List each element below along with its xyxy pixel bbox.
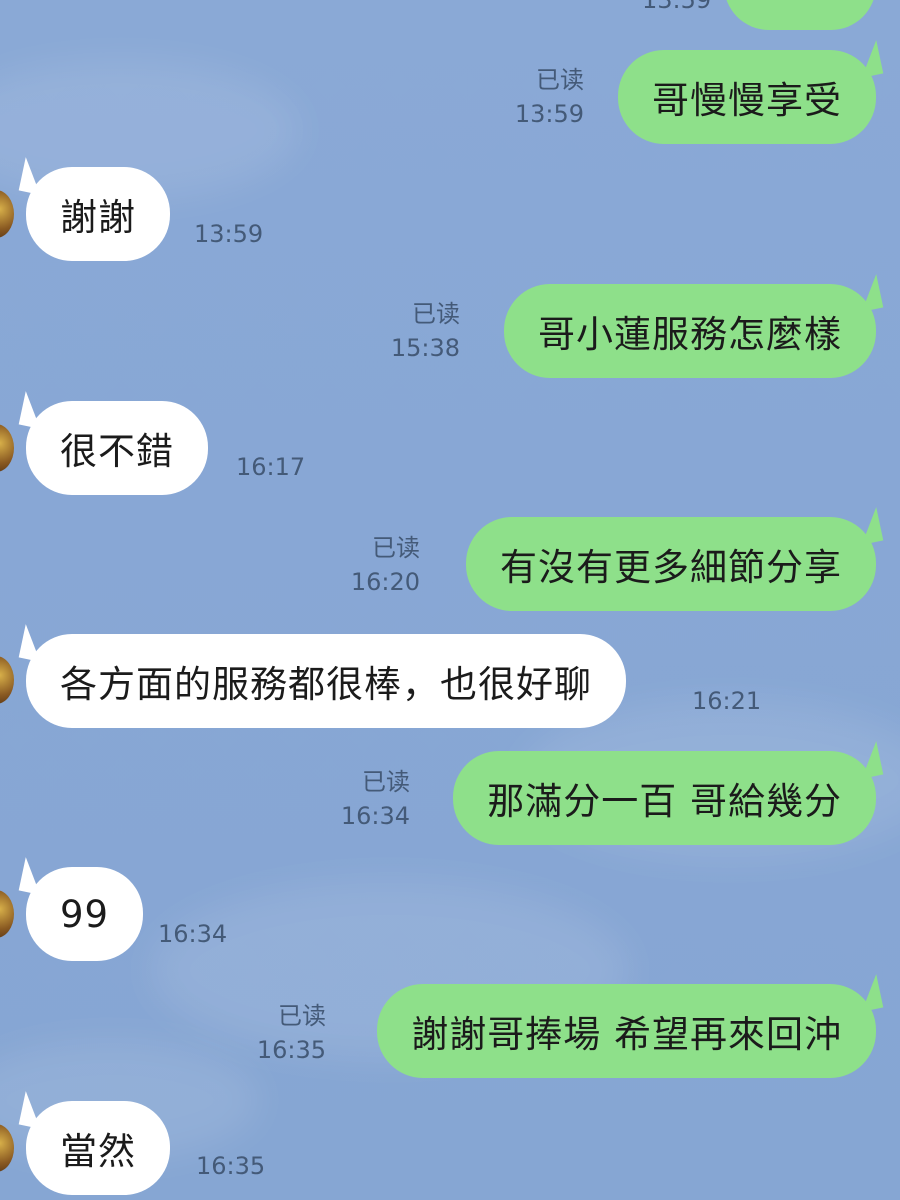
read-receipt: 已读 <box>412 300 460 328</box>
message-bubble[interactable]: 各方面的服務都很棒，也很好聊 <box>18 624 626 728</box>
read-receipt: 已读 <box>372 534 420 562</box>
message-text: 那滿分一百 哥給幾分 <box>487 780 842 823</box>
message-bubble[interactable]: 那滿分一百 哥給幾分 <box>453 741 884 845</box>
message-time: 13:59 <box>642 0 712 14</box>
message-bubble[interactable]: 99 <box>18 857 144 961</box>
message-meta: 已读 13:59 <box>515 63 584 131</box>
message-time: 16:21 <box>692 687 762 715</box>
message-time: 15:38 <box>390 334 460 362</box>
avatar[interactable] <box>0 190 14 238</box>
message-meta: 已读 16:20 <box>351 531 420 599</box>
message-time: 16:17 <box>236 453 306 481</box>
message-time: 16:34 <box>158 920 228 948</box>
message-bubble[interactable]: 當然 <box>18 1091 170 1195</box>
message-text: 哥小蓮服務怎麼樣 <box>538 313 842 356</box>
message-text: 有沒有更多細節分享 <box>500 546 842 589</box>
message-time: 13:59 <box>194 220 264 248</box>
message-time: 16:35 <box>196 1152 266 1180</box>
message-bubble[interactable]: 很不錯 <box>18 391 208 495</box>
message-text: 謝謝哥捧場 希望再來回沖 <box>411 1013 842 1056</box>
message-time: 16:35 <box>256 1036 326 1064</box>
read-receipt: 已读 <box>278 1002 326 1030</box>
message-bubble[interactable]: 謝謝哥捧場 希望再來回沖 <box>377 974 884 1078</box>
avatar[interactable] <box>0 656 14 704</box>
message-bubble[interactable]: 有沒有更多細節分享 <box>466 507 884 611</box>
message-bubble[interactable]: 哥慢慢享受 <box>618 40 884 144</box>
message-text: 各方面的服務都很棒，也很好聊 <box>60 663 592 706</box>
message-text: 當然 <box>60 1130 136 1173</box>
message-bubble[interactable]: 謝謝 <box>18 157 170 261</box>
message-text: 哥慢慢享受 <box>652 79 842 122</box>
message-time: 16:34 <box>340 802 410 830</box>
message-bubble[interactable] <box>724 0 876 30</box>
read-receipt: 已读 <box>362 768 410 796</box>
read-receipt: 已读 <box>536 66 584 94</box>
avatar[interactable] <box>0 890 14 938</box>
chat-area: 13:59 已读 13:59 哥慢慢享受 謝謝 13:59 已读 15:38 哥… <box>0 0 900 1200</box>
message-time: 13:59 <box>514 100 584 128</box>
message-text: 很不錯 <box>60 430 174 473</box>
message-meta: 已读 15:38 <box>391 297 460 365</box>
message-time: 16:20 <box>350 568 420 596</box>
message-text: 謝謝 <box>60 196 136 239</box>
message-meta: 已读 16:35 <box>257 999 326 1067</box>
message-meta: 已读 16:34 <box>341 765 410 833</box>
message-bubble[interactable]: 哥小蓮服務怎麼樣 <box>504 274 884 378</box>
message-text: 99 <box>60 892 110 936</box>
avatar[interactable] <box>0 424 14 472</box>
